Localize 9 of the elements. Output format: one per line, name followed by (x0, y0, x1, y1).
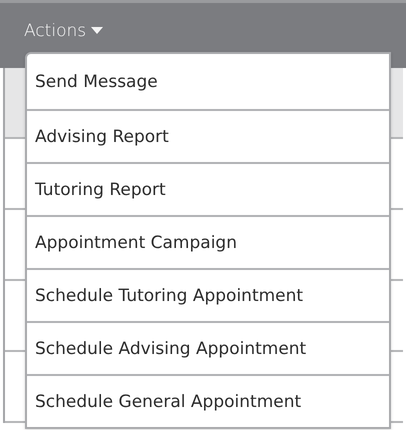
menu-item[interactable]: Appointment Campaign (27, 215, 389, 268)
menu-item[interactable]: Send Message (27, 54, 389, 109)
menu-item[interactable]: Advising Report (27, 109, 389, 162)
caret-icon (91, 27, 104, 35)
menu-item[interactable]: Tutoring Report (27, 162, 389, 215)
menu-item[interactable]: Schedule General Appointment (27, 374, 389, 427)
menu-item[interactable]: Schedule Advising Appointment (27, 321, 389, 374)
actions-menu-button[interactable]: Actions (24, 19, 104, 43)
menu-item[interactable]: Schedule Tutoring Appointment (27, 268, 389, 321)
